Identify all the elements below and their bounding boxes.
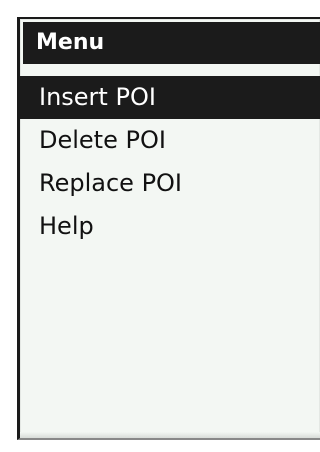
panel-bottom-edge <box>20 432 320 438</box>
menu-item-insert-poi[interactable]: Insert POI <box>20 76 320 119</box>
menu-item-delete-poi[interactable]: Delete POI <box>20 119 320 162</box>
device-screen: Menu Insert POI Delete POI Replace POI H… <box>0 0 320 452</box>
menu-item-replace-poi[interactable]: Replace POI <box>20 162 320 205</box>
menu-panel: Menu Insert POI Delete POI Replace POI H… <box>17 17 320 440</box>
menu-item-help[interactable]: Help <box>20 205 320 248</box>
menu-title: Menu <box>23 22 320 64</box>
menu-list: Insert POI Delete POI Replace POI Help <box>20 76 320 248</box>
